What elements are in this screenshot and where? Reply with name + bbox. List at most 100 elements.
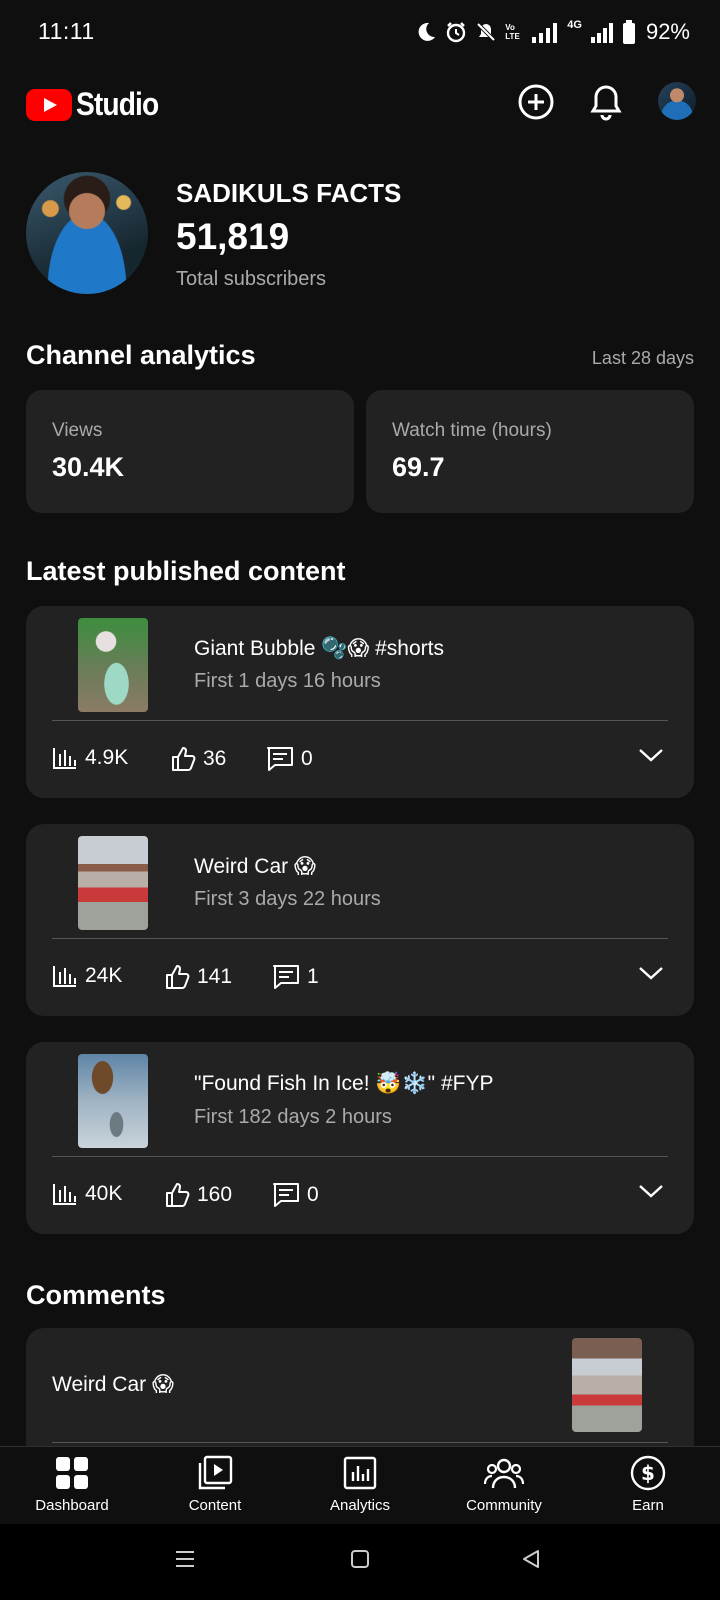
system-navigation-bar [0,1524,720,1600]
comment-icon [273,965,299,989]
channel-name: SADIKULS FACTS [176,178,402,208]
views-count: 40K [85,1182,123,1205]
content-card[interactable]: Weird Car 😱 First 3 days 22 hours 24K 14… [26,824,694,1016]
video-thumbnail[interactable] [78,618,148,712]
watch-time-label: Watch time (hours) [392,420,552,441]
studio-logo[interactable]: Studio [26,86,170,123]
likes-stat: 141 [164,964,232,990]
nav-label: Content [188,1497,242,1514]
nav-earn[interactable]: $ Earn [583,1455,713,1514]
notifications-button[interactable] [586,82,626,122]
views-label: Views [52,420,103,441]
account-avatar[interactable] [658,82,696,120]
video-thumbnail[interactable] [572,1338,642,1432]
card-divider [52,720,668,721]
video-age: First 182 days 2 hours [194,1106,392,1128]
chevron-down-icon [639,1185,663,1198]
video-age: First 3 days 22 hours [194,888,381,910]
comments-stat: 0 [272,1182,319,1208]
likes-count: 160 [197,1183,233,1206]
nav-label: Analytics [329,1497,391,1514]
status-bar: 11:11 Vo LTE 4G 92% [0,0,720,64]
content-card[interactable]: Giant Bubble 🫧😱 #shorts First 1 days 16 … [26,606,694,798]
views-value: 30.4K [52,452,125,482]
views-stat: 40K [52,1182,122,1206]
content-card[interactable]: "Found Fish In Ice! 🤯❄️" #FYP First 182 … [26,1042,694,1234]
watch-time-value: 69.7 [392,452,445,482]
mute-icon [476,22,496,42]
nav-dashboard[interactable]: Dashboard [7,1455,137,1514]
youtube-logo-icon [26,88,72,121]
comments-title: Comments [26,1280,166,1310]
home-button[interactable] [349,1548,371,1575]
nav-label: Earn [632,1497,664,1514]
nav-content[interactable]: Content [150,1455,280,1514]
likes-count: 141 [197,965,233,988]
video-thumbnail[interactable] [78,836,148,930]
views-count: 4.9K [85,746,129,769]
bar-chart-icon [53,1184,76,1205]
thumb-up-icon [172,747,196,771]
card-divider [52,1442,668,1443]
card-divider [52,938,668,939]
watch-time-card[interactable]: Watch time (hours) 69.7 [366,390,694,513]
video-title: Weird Car 😱 [194,855,316,878]
battery-percent: 92% [645,19,690,44]
latest-content-title: Latest published content [26,556,346,586]
svg-text:$: $ [641,1461,655,1485]
app-header: Studio [0,78,720,128]
comments-count: 0 [301,747,313,770]
expand-button[interactable] [638,746,664,769]
expand-button[interactable] [638,1182,664,1205]
app-name: Studio [76,86,159,122]
likes-stat: 36 [170,746,226,772]
views-stat: 24K [52,964,122,988]
earn-icon: $ [630,1455,666,1491]
channel-avatar[interactable] [26,172,148,294]
alarm-icon [447,22,466,43]
moon-icon [418,22,436,41]
views-count: 24K [85,964,123,987]
volte-label: Vo LTE [505,23,520,41]
status-time: 11:11 [38,18,95,44]
back-triangle-icon [523,1550,539,1568]
thumb-up-icon [166,1183,190,1207]
video-age: First 1 days 16 hours [194,670,381,692]
video-title: "Found Fish In Ice! 🤯❄️" #FYP [194,1072,494,1095]
subscriber-label: Total subscribers [176,268,327,290]
home-square-icon [351,1550,369,1568]
views-card[interactable]: Views 30.4K [26,390,354,513]
card-divider [52,1156,668,1157]
nav-analytics[interactable]: Analytics [295,1455,425,1514]
menu-icon [176,1551,194,1567]
dashboard-icon [56,1457,88,1489]
video-title: Giant Bubble 🫧😱 #shorts [194,637,444,660]
views-stat: 4.9K [52,746,128,770]
comments-stat: 0 [266,746,313,772]
likes-stat: 160 [164,1182,232,1208]
create-icon [518,84,554,120]
status-icons: Vo LTE 4G 92% [415,18,690,46]
expand-button[interactable] [638,964,664,987]
thumb-up-icon [166,965,190,989]
nav-community[interactable]: Community [439,1455,569,1514]
nav-label: Community [466,1497,542,1514]
nav-label: Dashboard [35,1497,109,1514]
video-thumbnail[interactable] [78,1054,148,1148]
create-button[interactable] [516,82,556,122]
subscriber-count: 51,819 [176,216,290,257]
bar-chart-icon [53,966,76,987]
comments-stat: 1 [272,964,319,990]
signal-icon [532,23,558,43]
recents-button[interactable] [174,1548,196,1575]
analytics-title: Channel analytics [26,340,256,370]
channel-summary: SADIKULS FACTS 51,819 Total subscribers [26,172,694,297]
bell-icon [590,85,622,121]
comments-count: 1 [307,965,319,988]
back-button[interactable] [520,1548,542,1575]
comments-count: 0 [307,1183,319,1206]
comment-icon [267,747,293,771]
battery-icon [622,20,635,44]
analytics-period: Last 28 days [591,348,694,368]
comment-video-title: Weird Car 😱 [52,1373,174,1396]
